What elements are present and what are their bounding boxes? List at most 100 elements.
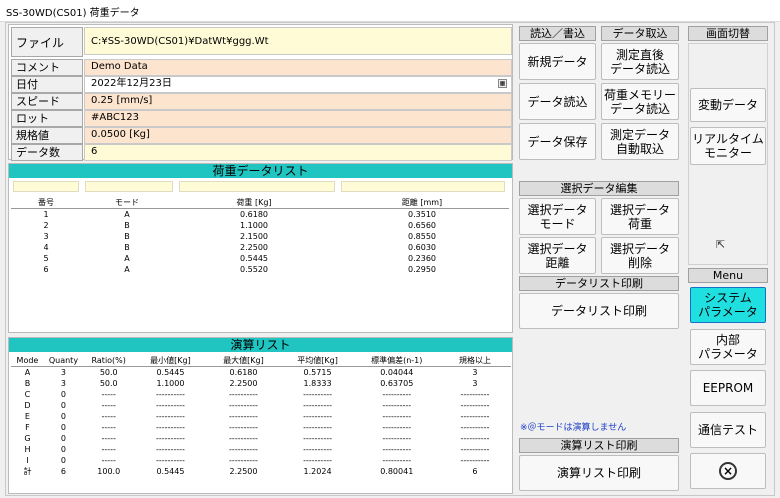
- table-row[interactable]: 3 B 2.1500 0.8550: [11, 231, 509, 242]
- table-cell: 2.2500: [240, 242, 268, 252]
- table-cell: 2.2500: [229, 378, 258, 388]
- table-row[interactable]: 6 A 0.5520 0.2950: [11, 264, 509, 275]
- speed-field[interactable]: 0.25 [mm/s]: [84, 93, 512, 110]
- edit-load-button[interactable]: 選択データ 荷重: [601, 198, 679, 235]
- button-line: 自動取込: [615, 141, 664, 156]
- auto-capture-button[interactable]: 測定データ 自動取込: [601, 123, 679, 160]
- close-button[interactable]: ×: [690, 453, 766, 489]
- table-row[interactable]: E 0 ----- ---------- ---------- ---------- ---…: [11, 411, 511, 422]
- button-line: 測定直後: [615, 47, 664, 62]
- load-data-list-panel: 荷重データリスト 番号 モード 荷重 [Kg] 距離 [mm] 1 A 0.6180…: [8, 163, 513, 333]
- column-header: 最大値[Kg]: [206, 355, 281, 367]
- table-cell: 3: [43, 231, 49, 241]
- column-header: モード: [81, 197, 173, 209]
- table-cell: ----------: [303, 422, 332, 432]
- realtime-monitor-button[interactable]: リアルタイム モニター: [690, 127, 766, 165]
- spec-field[interactable]: 0.0500 [Kg]: [84, 127, 512, 144]
- table-cell: 1: [43, 209, 49, 219]
- table-cell: 3: [60, 367, 66, 377]
- screen-switch-header: 画面切替: [688, 26, 768, 41]
- print-calc-list-button[interactable]: 演算リスト印刷: [519, 455, 679, 491]
- button-line: パラメータ: [698, 305, 758, 319]
- system-parameter-button[interactable]: システム パラメータ: [690, 287, 766, 323]
- table-cell: 5: [43, 253, 49, 263]
- window-title: SS-30WD(CS01) 荷重データ: [6, 8, 140, 19]
- load-data-table[interactable]: 番号 モード 荷重 [Kg] 距離 [mm] 1 A 0.6180 0.3510 2 B…: [11, 197, 509, 275]
- table-cell: A: [124, 209, 130, 219]
- table-cell: B: [124, 231, 130, 241]
- table-row[interactable]: H 0 ----- ---------- ---------- ---------- ---…: [11, 444, 511, 455]
- new-data-button[interactable]: 新規データ: [519, 43, 596, 80]
- table-cell: ----------: [156, 400, 185, 410]
- table-row[interactable]: C 0 ----- ---------- ---------- ---------- ---…: [11, 389, 511, 400]
- table-row[interactable]: F 0 ----- ---------- ---------- ---------- ---…: [11, 422, 511, 433]
- table-cell: ----------: [303, 455, 332, 465]
- column-header: Quanty: [43, 355, 83, 367]
- table-cell: 2.2500: [229, 466, 258, 476]
- lot-label: ロット: [11, 110, 83, 127]
- eeprom-button[interactable]: EEPROM: [690, 370, 766, 406]
- table-cell: G: [24, 433, 31, 443]
- table-header-row: Mode Quanty Ratio(%) 最小値[Kg] 最大値[Kg] 平均値…: [11, 355, 511, 367]
- table-cell: ----------: [460, 411, 490, 421]
- table-row[interactable]: 5 A 0.5445 0.2360: [11, 253, 509, 264]
- button-line: 選択データ: [527, 241, 588, 256]
- button-line: 測定データ: [609, 127, 670, 142]
- table-row[interactable]: I 0 ----- ---------- ---------- ---------- ---…: [11, 455, 511, 466]
- filter-input[interactable]: [85, 181, 173, 192]
- button-line: システム: [704, 291, 752, 305]
- filter-input[interactable]: [179, 181, 335, 192]
- calendar-icon[interactable]: ▦: [498, 79, 507, 88]
- table-cell: 0.5520: [240, 264, 268, 274]
- table-cell: 0: [60, 433, 66, 443]
- column-header: 距離 [mm]: [335, 197, 509, 209]
- internal-parameter-button[interactable]: 内部 パラメータ: [690, 329, 766, 365]
- date-label: 日付: [11, 76, 83, 93]
- memory-read-button[interactable]: 荷重メモリー データ読込: [601, 83, 679, 120]
- table-row[interactable]: 1 A 0.6180 0.3510: [11, 209, 509, 220]
- capture-header: データ取込: [601, 26, 679, 41]
- calc-print-header: 演算リスト印刷: [519, 438, 679, 453]
- button-line: 削除: [627, 255, 652, 270]
- filter-input[interactable]: [13, 181, 79, 192]
- table-cell: B: [24, 378, 31, 388]
- button-line: モニター: [703, 146, 752, 160]
- edit-distance-button[interactable]: 選択データ 距離: [519, 237, 596, 274]
- table-cell: A: [124, 264, 130, 274]
- print-data-list-button[interactable]: データリスト印刷: [519, 293, 679, 329]
- after-measure-read-button[interactable]: 測定直後 データ読込: [601, 43, 679, 80]
- change-data-button[interactable]: 変動データ: [690, 88, 766, 122]
- table-cell: 0.6030: [408, 242, 436, 252]
- column-header: 標準偏差(n-1): [354, 355, 439, 367]
- table-cell: ----------: [156, 455, 185, 465]
- table-cell: I: [26, 455, 29, 465]
- button-line: データ読込: [609, 101, 670, 116]
- table-row[interactable]: G 0 ----- ---------- ---------- ---------- ---…: [11, 433, 511, 444]
- table-cell: 6: [43, 264, 49, 274]
- button-line: パラメータ: [698, 347, 758, 361]
- table-row[interactable]: A 3 50.0 0.5445 0.6180 0.5715 0.04044 3: [11, 367, 511, 378]
- comment-field[interactable]: Demo Data: [84, 59, 512, 76]
- table-cell: ----------: [460, 444, 490, 454]
- table-cell: 0.3510: [408, 209, 436, 219]
- table-row[interactable]: B 3 50.0 1.1000 2.2500 1.8333 0.63705 3: [11, 378, 511, 389]
- table-row[interactable]: 2 B 1.1000 0.6560: [11, 220, 509, 231]
- save-data-button[interactable]: データ保存: [519, 123, 596, 160]
- table-row[interactable]: 4 B 2.2500 0.6030: [11, 242, 509, 253]
- delete-data-button[interactable]: 選択データ 削除: [601, 237, 679, 274]
- calc-table[interactable]: Mode Quanty Ratio(%) 最小値[Kg] 最大値[Kg] 平均値…: [11, 355, 511, 477]
- table-row[interactable]: 計 6 100.0 0.5445 2.2500 1.2024 0.80041 6: [11, 466, 511, 477]
- table-cell: 1.8333: [303, 378, 332, 388]
- table-cell: ----------: [382, 444, 412, 454]
- list-print-header: データリスト印刷: [519, 276, 679, 291]
- edit-mode-button[interactable]: 選択データ モード: [519, 198, 596, 235]
- filter-input[interactable]: [341, 181, 505, 192]
- table-cell: ----------: [156, 389, 185, 399]
- table-cell: ----------: [382, 400, 412, 410]
- date-picker[interactable]: 2022年12月23日 ▦: [84, 76, 512, 93]
- table-row[interactable]: D 0 ----- ---------- ---------- ---------- ---…: [11, 400, 511, 411]
- comm-test-button[interactable]: 通信テスト: [690, 412, 766, 448]
- lot-field[interactable]: #ABC123: [84, 110, 512, 127]
- read-data-button[interactable]: データ読込: [519, 83, 596, 120]
- table-cell: 0.63705: [380, 378, 414, 388]
